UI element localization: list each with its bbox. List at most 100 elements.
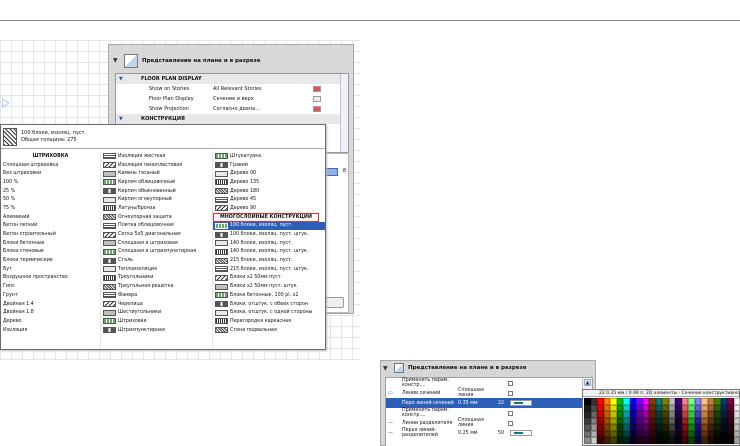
scroll-up-icon[interactable]: ▲: [584, 379, 591, 386]
fill-item[interactable]: Бут: [1, 265, 100, 274]
fill-item[interactable]: Стена подвальная: [213, 326, 325, 335]
fill-item[interactable]: Блоки стеновые: [1, 248, 100, 257]
fill-item[interactable]: Плитка облицовочная: [101, 222, 212, 231]
apply-checkbox[interactable]: [508, 410, 513, 416]
setting-row[interactable]: Применить парам. констр....: [386, 408, 592, 418]
fill-item[interactable]: 215 блоки, изоляц. пуст. штук.: [213, 265, 325, 274]
setting-row[interactable]: Применить парам. констр....: [386, 378, 592, 388]
fill-item[interactable]: Теплоизоляция: [101, 265, 212, 274]
section-floor-plan-display[interactable]: ▼ FLOOR PLAN DISPLAY: [116, 74, 348, 84]
fill-item[interactable]: Изоляция жесткая: [101, 152, 212, 161]
fill-item[interactable]: Штукатурка: [213, 152, 325, 161]
setting-value[interactable]: 0.35 мм: [458, 401, 498, 406]
fill-item[interactable]: Дерево 90: [213, 204, 325, 213]
fill-item[interactable]: Кирпич обыкновенный: [101, 187, 212, 196]
fill-item[interactable]: Блоки бетонные, 100 pl. x2: [213, 291, 325, 300]
fill-item[interactable]: Сетка 5x5 диагональная: [101, 230, 212, 239]
apply-checkbox[interactable]: [508, 420, 513, 426]
pen-color-swatch[interactable]: [733, 437, 740, 444]
fill-item[interactable]: Без штриховки: [1, 169, 100, 178]
fill-item[interactable]: Блоки x2 50мм пуст.: [213, 274, 325, 283]
fill-swatch-icon: [103, 231, 116, 238]
setting-row[interactable]: — Перья линий-разделителей 0.25 мм 50: [386, 428, 592, 438]
fill-item[interactable]: Штрихпунктирная: [101, 326, 212, 335]
fill-item[interactable]: 25 %: [1, 187, 100, 196]
fill-item[interactable]: Блоки, отштук. с обеих сторон: [213, 300, 325, 309]
section-panel-header[interactable]: ▼ Представление на плане и в разрезе: [383, 361, 593, 375]
fill-item[interactable]: Блоки термические: [1, 256, 100, 265]
setting-value[interactable]: Согласно диапа...: [213, 106, 309, 112]
setting-row[interactable]: Show Projection Согласно диапа...: [116, 104, 348, 114]
fill-item[interactable]: 50 %: [1, 195, 100, 204]
fill-item[interactable]: Блоки бетонные: [1, 239, 100, 248]
collapse-arrow-icon[interactable]: ▼: [113, 57, 120, 64]
apply-checkbox[interactable]: [508, 380, 513, 386]
fill-item[interactable]: Кирпич облицовочный: [101, 178, 212, 187]
setting-value[interactable]: Сплошная линия: [458, 418, 498, 428]
fill-item-label: Бетон строительный: [3, 232, 56, 238]
fill-item[interactable]: Блоки, отштук. с одной стороны: [213, 308, 325, 317]
fill-item[interactable]: Кирпич огнеупорный: [101, 195, 212, 204]
fill-item[interactable]: Двойная 1:8: [1, 308, 100, 317]
fill-item[interactable]: 140 блоки, изоляц. пуст. штук.: [213, 248, 325, 257]
fill-item[interactable]: Двойная 1:4: [1, 300, 100, 309]
section-arrow-icon[interactable]: ▼: [119, 76, 141, 82]
fill-item[interactable]: Латунь/бронза: [101, 204, 212, 213]
setting-row[interactable]: — Линии разделителя Сплошная линия: [386, 418, 592, 428]
fill-item[interactable]: Треугольная решетка: [101, 282, 212, 291]
fill-item[interactable]: Воздушное пространство: [1, 274, 100, 283]
settings-panel-header[interactable]: ▼ Представление на плане и в разрезе: [113, 48, 349, 73]
fill-item[interactable]: 215 блоки, изоляц. пуст.: [213, 256, 325, 265]
fill-item[interactable]: Штриховая: [101, 317, 212, 326]
setting-value[interactable]: Сечение и верх: [213, 96, 309, 102]
fill-item[interactable]: Дерево 135: [213, 178, 325, 187]
fill-item[interactable]: Черепица: [101, 300, 212, 309]
fill-item[interactable]: Сталь: [101, 256, 212, 265]
fill-item[interactable]: Огнеупорная защита: [101, 213, 212, 222]
fill-item[interactable]: Треугольники: [101, 274, 212, 283]
fill-item[interactable]: Гипс: [1, 282, 100, 291]
fill-item[interactable]: Фанера: [101, 291, 212, 300]
fill-item-label: 25 %: [3, 188, 16, 194]
fill-item[interactable]: Сплошная штриховка: [1, 161, 100, 170]
section-arrow-icon[interactable]: ▼: [119, 116, 141, 122]
fill-item[interactable]: Блоки x2 50мм пуст. штук.: [213, 282, 325, 291]
fill-item[interactable]: 140 блоки, изоляц. пуст.: [213, 239, 325, 248]
dropdown-button[interactable]: [324, 168, 338, 176]
settings-panel-title: Представление на плане и в разрезе: [142, 57, 261, 64]
collapse-arrow-icon[interactable]: ▼: [383, 365, 390, 372]
apply-checkbox[interactable]: [508, 390, 513, 396]
fill-item[interactable]: Шестиугольники: [101, 308, 212, 317]
pen-picker[interactable]: [510, 430, 533, 436]
fill-item[interactable]: Сплошная и штриховая: [101, 239, 212, 248]
floor-plan-section-icon: [394, 363, 404, 373]
fill-item[interactable]: 75 %: [1, 204, 100, 213]
pen-picker[interactable]: [510, 400, 533, 406]
setting-value[interactable]: 0.25 мм: [458, 431, 498, 436]
setting-row[interactable]: Floor Plan Display Сечение и верх: [116, 94, 348, 104]
fill-item[interactable]: Дерево 180: [213, 187, 325, 196]
fill-item[interactable]: Камень тесаный: [101, 169, 212, 178]
fill-item[interactable]: Бетон легкий: [1, 222, 100, 231]
fill-item[interactable]: Бетон строительный: [1, 230, 100, 239]
settings-scrollbar[interactable]: [340, 74, 348, 152]
fill-item[interactable]: Алюминий: [1, 213, 100, 222]
fill-item[interactable]: Дерево 00: [213, 169, 325, 178]
fill-item[interactable]: 100 %: [1, 178, 100, 187]
fill-item[interactable]: Дерево 45: [213, 195, 325, 204]
setting-row-selected[interactable]: — Перо линий сечений 0.35 мм 22: [386, 398, 592, 408]
setting-row[interactable]: Show on Stories All Relevant Stories: [116, 84, 348, 94]
fill-item[interactable]: Перегородка каркасная: [213, 317, 325, 326]
setting-row[interactable]: ▭ Линии сечений Сплошная линия: [386, 388, 592, 398]
fill-item[interactable]: Изоляция: [1, 326, 100, 335]
fill-item[interactable]: Дерево: [1, 317, 100, 326]
fill-item[interactable]: 100 блоки, изоляц. пуст. штук.: [213, 230, 325, 239]
fill-item[interactable]: Грунт: [1, 291, 100, 300]
fill-item[interactable]: Сплошная и штрихпунктирная: [101, 248, 212, 257]
section-construction[interactable]: ▼ КОНСТРУКЦИЯ: [116, 114, 348, 124]
fill-item[interactable]: Гравий: [213, 161, 325, 170]
setting-value[interactable]: All Relevant Stories: [213, 86, 309, 92]
fill-item-selected[interactable]: 100 блоки, изоляц. пуст.: [213, 221, 325, 231]
setting-value[interactable]: Сплошная линия: [458, 388, 498, 398]
fill-item[interactable]: Изоляция пенопластовая: [101, 161, 212, 170]
